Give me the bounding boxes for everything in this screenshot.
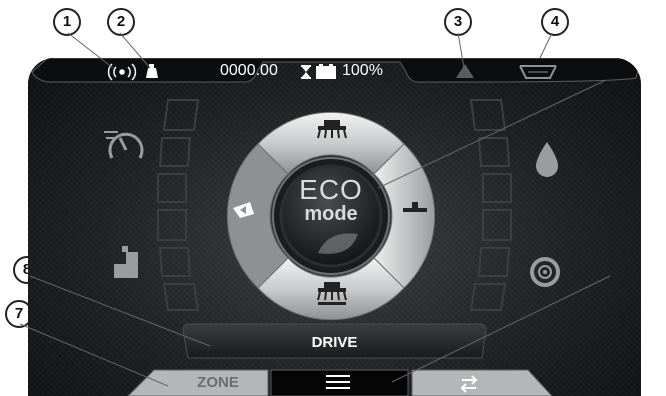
callout-leader-lines	[19, 32, 611, 387]
